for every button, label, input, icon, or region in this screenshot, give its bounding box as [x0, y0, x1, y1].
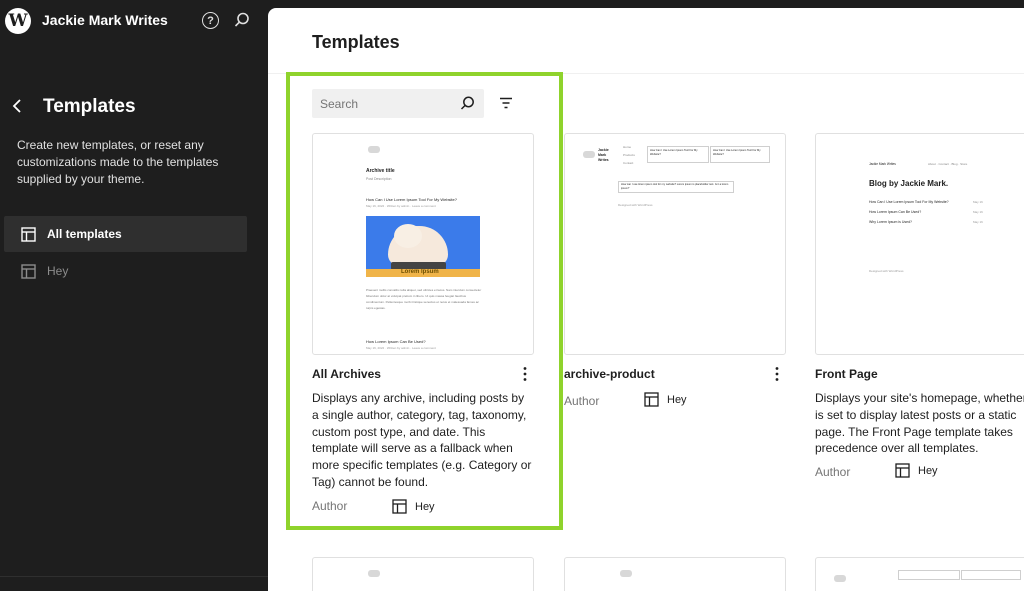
sidebar-title: Templates — [43, 96, 136, 117]
image-banner-text: Lorem Ipsum — [401, 269, 439, 275]
preview-post-link: How Lorem Ipsum Can Be Used? — [869, 210, 922, 214]
author-label: Author — [564, 394, 600, 408]
template-preview[interactable] — [564, 557, 786, 591]
page-title: Templates — [312, 32, 400, 52]
author-name: Hey — [918, 464, 938, 477]
template-preview[interactable]: Archive title Post Description How Can I… — [312, 133, 534, 355]
preview-site-title: Jackie Mark Writes — [869, 162, 896, 166]
layout-icon — [895, 463, 910, 478]
filter-icon[interactable] — [499, 96, 513, 110]
cat-head — [394, 224, 422, 248]
author-value: Hey — [644, 392, 687, 407]
sidebar-item-label: All templates — [47, 227, 122, 241]
search-icon[interactable] — [233, 11, 251, 29]
main-header: Templates — [268, 8, 1024, 74]
preview-post-link: How Can I Use Lorem Ipsum Tool For My We… — [869, 200, 949, 204]
preview-box — [961, 570, 1021, 580]
template-preview[interactable] — [815, 557, 1024, 591]
preview-box-text: How Can I Use Lorem Ipsum Tool For My We… — [713, 149, 761, 156]
author-value: Hey — [392, 499, 435, 514]
site-logo-placeholder — [583, 151, 595, 158]
preview-heading: Blog by Jackie Mark. — [869, 179, 949, 188]
preview-box: How Can I Use Lorem Ipsum Tool For My We… — [710, 146, 770, 163]
search-input[interactable] — [312, 89, 452, 118]
preview-post-date: May 16 — [973, 200, 983, 204]
preview-footer: Designed with WordPress — [618, 203, 653, 207]
preview-post-date: May 16 — [973, 210, 983, 214]
template-title[interactable]: Front Page — [815, 367, 878, 381]
template-preview[interactable]: Jackie Mark Writes Home Products Contact… — [564, 133, 786, 355]
layout-icon — [21, 264, 36, 279]
preview-post-meta: May 16, 2022 · Written by admin · Leave … — [366, 346, 436, 350]
preview-footer: Designed with WordPress — [869, 269, 904, 273]
preview-subheading: Post Description — [366, 177, 392, 181]
template-preview[interactable] — [312, 557, 534, 591]
layout-icon — [644, 392, 659, 407]
sidebar-item-hey[interactable]: Hey — [4, 253, 247, 289]
sidebar-description: Create new templates, or reset any custo… — [17, 138, 219, 186]
preview-post-title: How Can I Use Lorem Ipsum Tool For My We… — [366, 197, 457, 202]
wordpress-logo-icon[interactable]: W — [5, 8, 31, 34]
author-name: Hey — [667, 393, 687, 406]
preview-nav-item: Home — [623, 145, 632, 149]
preview-body-text: Praesent mollis convallis nulla aliquet,… — [366, 288, 482, 310]
author-value: Hey — [895, 463, 938, 478]
preview-box-text: How can I use lorem ipsum tool for my we… — [621, 183, 729, 190]
search-icon[interactable] — [459, 95, 476, 112]
preview-box — [898, 570, 960, 580]
preview-post-date: May 16 — [973, 220, 983, 224]
more-vertical-icon[interactable] — [774, 366, 780, 382]
site-title[interactable]: Jackie Mark Writes — [42, 12, 168, 28]
preview-featured-image: Lorem Ipsum — [366, 216, 480, 277]
site-topbar: W Jackie Mark Writes ? — [0, 0, 268, 42]
search-box — [312, 89, 484, 118]
divider — [0, 576, 268, 577]
site-logo-placeholder — [834, 575, 846, 582]
help-icon[interactable]: ? — [202, 12, 219, 29]
sidebar-item-label: Hey — [47, 264, 69, 278]
preview-nav-item: Contact — [623, 161, 634, 165]
template-description: Displays your site's homepage, whether i… — [815, 391, 1024, 456]
back-chevron-icon[interactable] — [10, 96, 26, 116]
author-label: Author — [815, 465, 851, 479]
preview-site-title: Jackie Mark Writes — [598, 148, 609, 162]
author-name: Hey — [415, 500, 435, 513]
main-content: Templates Archive title Post Description… — [268, 8, 1024, 591]
site-logo-placeholder — [368, 146, 380, 153]
preview-box-text: How Can I Use Lorem Ipsum Tool For My We… — [650, 149, 698, 156]
sidebar-item-all-templates[interactable]: All templates — [4, 216, 247, 252]
site-logo-placeholder — [620, 570, 632, 577]
template-title[interactable]: All Archives — [312, 367, 381, 381]
layout-icon — [392, 499, 407, 514]
layout-icon — [21, 227, 36, 242]
preview-box: How Can I Use Lorem Ipsum Tool For My We… — [647, 146, 709, 163]
preview-nav: About · Contact · Blog · Store — [928, 162, 968, 166]
preview-nav-item: Products — [623, 153, 635, 157]
site-logo-placeholder — [368, 570, 380, 577]
template-title[interactable]: archive-product — [564, 367, 655, 381]
preview-post-meta: May 16, 2022 · Written by admin · Leave … — [366, 204, 436, 208]
preview-heading: Archive title — [366, 168, 395, 174]
author-label: Author — [312, 499, 348, 513]
preview-post-title: How Lorem Ipsum Can Be Used? — [366, 339, 426, 344]
template-preview[interactable]: Jackie Mark Writes About · Contact · Blo… — [815, 133, 1024, 355]
sidebar: W Jackie Mark Writes ? Templates Create … — [0, 0, 268, 591]
preview-post-link: Why Lorem Ipsum is Used? — [869, 220, 912, 224]
more-vertical-icon[interactable] — [522, 366, 528, 382]
preview-box: How can I use lorem ipsum tool for my we… — [618, 181, 734, 193]
template-description: Displays any archive, including posts by… — [312, 391, 532, 489]
